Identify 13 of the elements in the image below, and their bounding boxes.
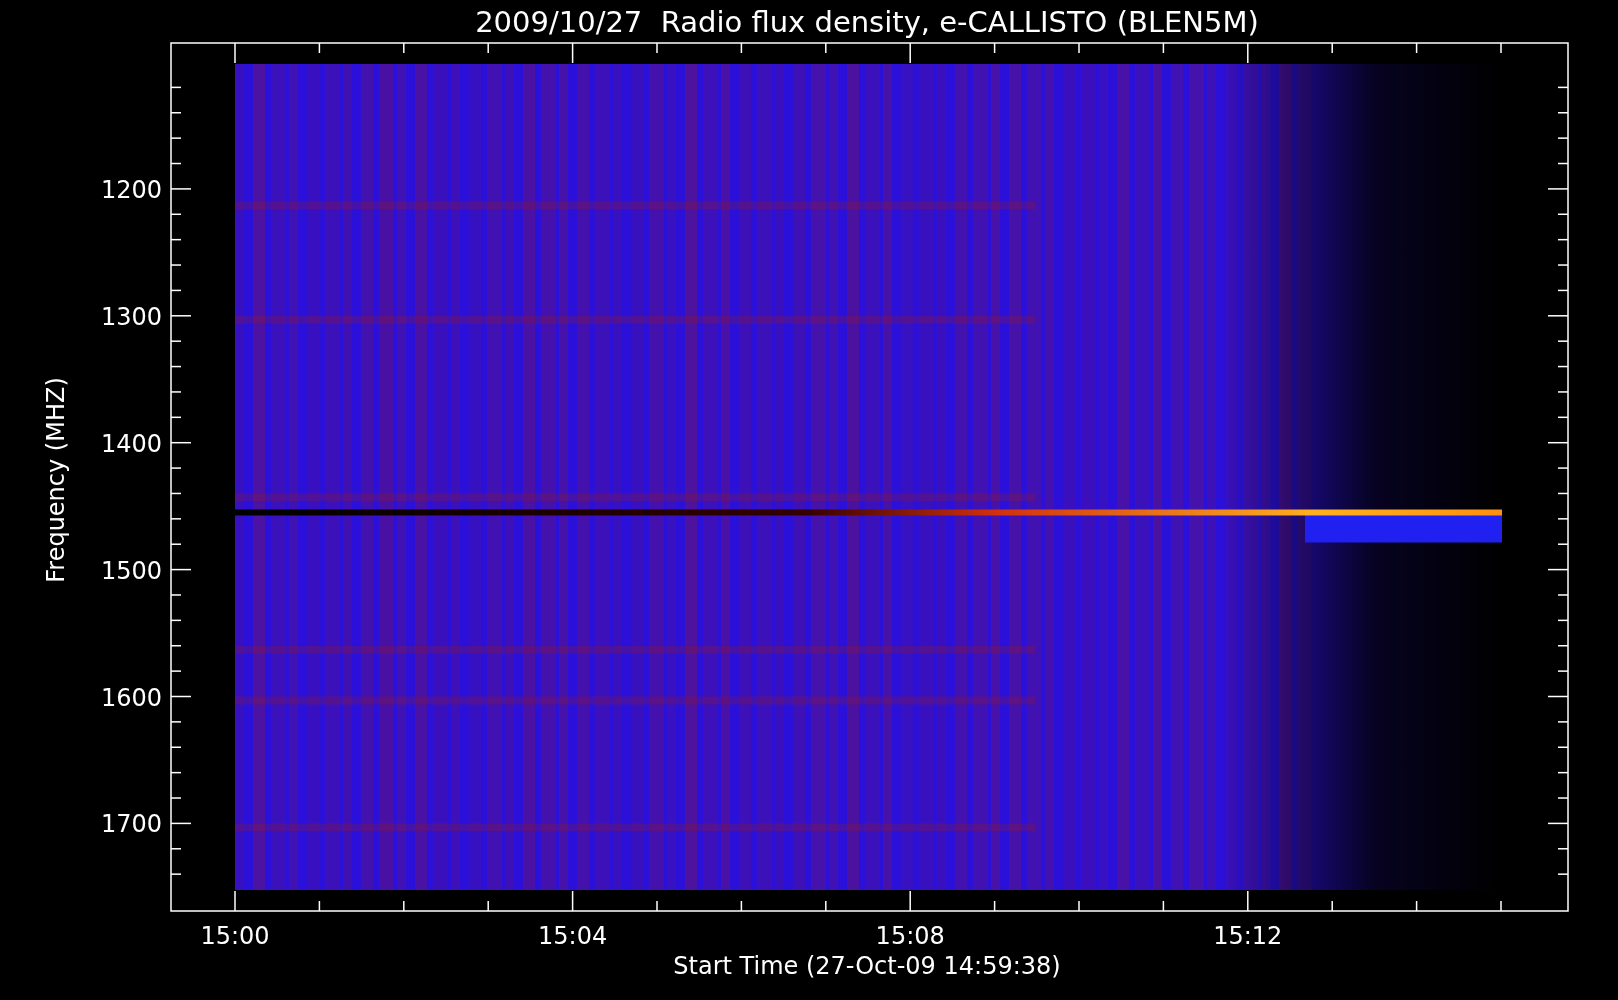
y-tick-label: 1300 [100, 302, 162, 331]
x-tick-label: 15:12 [1213, 922, 1283, 950]
y-tick-label: 1500 [100, 556, 162, 585]
y-tick-label: 1200 [100, 175, 162, 204]
x-tick-label: 15:04 [538, 922, 608, 950]
y-tick-label: 1600 [100, 683, 162, 712]
y-axis-label: Frequency (MHZ) [42, 377, 70, 583]
y-tick-label: 1400 [100, 429, 162, 458]
y-tick-label: 1700 [100, 810, 162, 839]
x-tick-label: 15:00 [200, 922, 270, 950]
x-tick-label: 15:08 [875, 922, 945, 950]
x-axis-label: Start Time (27-Oct-09 14:59:38) [673, 952, 1061, 980]
chart-title: 2009/10/27 Radio flux density, e-CALLISTO (BLEN5M) [475, 5, 1259, 39]
